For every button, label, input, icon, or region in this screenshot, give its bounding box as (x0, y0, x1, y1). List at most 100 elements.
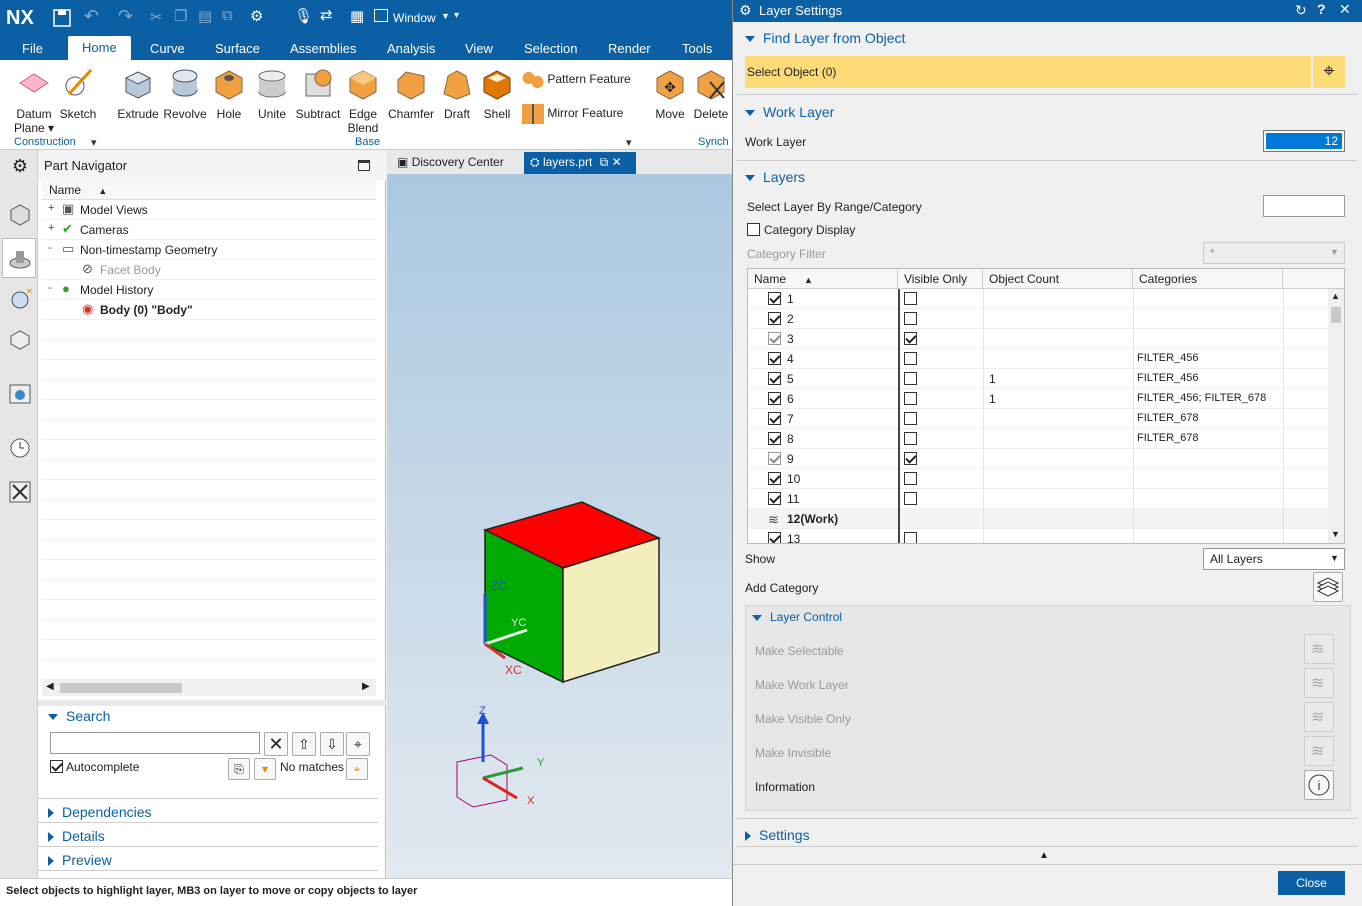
work-layer-section-header[interactable]: Work Layer (745, 104, 834, 120)
visible-only-checkbox[interactable] (904, 332, 917, 345)
layer-row[interactable]: 10 (748, 469, 1328, 489)
navigator-tree-row[interactable]: - ● Model History (42, 280, 376, 300)
layer-selectable-checkbox[interactable] (768, 372, 781, 385)
layer-row[interactable]: 2 (748, 309, 1328, 329)
save-icon[interactable] (52, 8, 72, 28)
pop-out-icon[interactable]: ⧉ (600, 155, 609, 169)
select-object-row[interactable]: Select Object (0) (745, 56, 1311, 88)
highlight-button[interactable]: ⌖ (346, 758, 368, 780)
copy-icon[interactable]: ❐ (174, 7, 187, 25)
collapse-dialog-icon[interactable]: ▲ (1039, 850, 1049, 861)
layer-selectable-checkbox[interactable] (768, 432, 781, 445)
draft-button[interactable]: Draft (438, 66, 476, 121)
category-display-checkbox[interactable] (747, 223, 760, 236)
menu-assemblies[interactable]: Assemblies (290, 41, 356, 56)
role-tools-icon[interactable] (8, 480, 32, 504)
layer-selectable-checkbox[interactable] (768, 452, 781, 465)
next-match-button[interactable]: ⇩ (320, 732, 344, 756)
scroll-right-icon[interactable]: ▶ (362, 681, 370, 692)
settings-gear-icon[interactable]: ⚙ (8, 156, 32, 180)
select-all-button[interactable]: ⌖ (346, 732, 370, 756)
preview-section-header[interactable]: Preview (48, 852, 112, 868)
edge-blend-button[interactable]: Edge Blend (344, 66, 382, 135)
menu-surface[interactable]: Surface (215, 41, 260, 56)
layer-selectable-checkbox[interactable] (768, 492, 781, 505)
layer-row[interactable]: 4 FILTER_456 (748, 349, 1328, 369)
model-cube[interactable]: ZC YC XC Z Y X (387, 150, 732, 878)
layer-control-header[interactable]: Layer Control (752, 610, 842, 624)
tree-expander-icon[interactable]: - (48, 282, 52, 294)
touch-mode-icon[interactable]: ⚙ (250, 7, 263, 25)
show-select[interactable]: All Layers ▼ (1203, 548, 1345, 570)
layer-row[interactable]: 13 (748, 529, 1328, 543)
make-invisible-button[interactable]: ≋ (1304, 736, 1334, 766)
microphone-icon[interactable]: 🎙 (294, 7, 313, 25)
tab-layers-prt[interactable]: ⛭ layers.prt ⧉ ✕ (524, 152, 636, 174)
sketch-button[interactable]: Sketch (58, 66, 98, 121)
layer-row[interactable]: 11 (748, 489, 1328, 509)
search-section-header[interactable]: Search (48, 708, 110, 724)
information-button[interactable]: i (1304, 770, 1334, 800)
hole-button[interactable]: Hole (210, 66, 248, 121)
column-name[interactable]: Name ▲ (748, 269, 898, 289)
scrollbar-thumb[interactable] (60, 683, 182, 693)
visible-only-checkbox[interactable] (904, 532, 917, 543)
layer-row[interactable]: 9 (748, 449, 1328, 469)
layer-selectable-checkbox[interactable] (768, 332, 781, 345)
quick-access-customize-icon[interactable]: ▾ (454, 10, 459, 21)
assembly-navigator-icon[interactable] (8, 202, 32, 226)
shell-button[interactable]: Shell (478, 66, 516, 121)
reset-icon[interactable]: ↻ (1295, 2, 1307, 19)
mirror-feature-button[interactable]: Mirror Feature (522, 104, 632, 124)
navigator-tree-row[interactable]: ◉ Body (0) "Body" (42, 300, 376, 320)
cut-icon[interactable]: ✂ (150, 8, 163, 26)
layer-row[interactable]: 6 1 FILTER_456; FILTER_678 (748, 389, 1328, 409)
datum-plane-button[interactable]: Datum Plane ▾ (12, 66, 56, 135)
tree-expander-icon[interactable]: - (48, 242, 52, 254)
menu-home[interactable]: Home (68, 36, 131, 60)
menu-curve[interactable]: Curve (150, 41, 185, 56)
part-navigator-tab[interactable] (2, 238, 36, 278)
layer-row[interactable]: 7 FILTER_678 (748, 409, 1328, 429)
make-visible-only-button[interactable]: ≋ (1304, 702, 1334, 732)
make-selectable-button[interactable]: ≋ (1304, 634, 1334, 664)
visible-only-checkbox[interactable] (904, 312, 917, 325)
unite-button[interactable]: Unite (252, 66, 292, 121)
scroll-down-icon[interactable]: ▼ (1331, 529, 1340, 539)
paste-icon[interactable]: ▤ (198, 7, 212, 25)
work-layer-input[interactable]: 12 (1263, 130, 1345, 152)
window-menu-dropdown-icon[interactable]: ▼ (441, 11, 450, 21)
scroll-up-icon[interactable]: ▲ (1331, 291, 1340, 301)
previous-match-button[interactable]: ⇧ (292, 732, 316, 756)
visible-only-checkbox[interactable] (904, 352, 917, 365)
layer-row[interactable]: ≋ 12(Work) (748, 509, 1328, 529)
layer-selectable-checkbox[interactable] (768, 352, 781, 365)
visible-only-checkbox[interactable] (904, 492, 917, 505)
visible-only-checkbox[interactable] (904, 292, 917, 305)
layer-row[interactable]: 3 (748, 329, 1328, 349)
reuse-library-icon[interactable] (8, 328, 32, 352)
graphics-window[interactable]: ZC YC XC Z Y X (387, 150, 732, 878)
menu-tools[interactable]: Tools (682, 41, 712, 56)
navigator-tree-row[interactable]: + ✔ Cameras (42, 220, 376, 240)
category-filter-select[interactable]: * ▼ (1203, 242, 1345, 264)
extrude-button[interactable]: Extrude (116, 66, 160, 121)
layer-row[interactable]: 5 1 FILTER_456 (748, 369, 1328, 389)
scroll-left-icon[interactable]: ◀ (46, 681, 54, 692)
clear-search-button[interactable]: ✕ (264, 732, 288, 756)
subtract-button[interactable]: Subtract (294, 66, 342, 121)
repeat-command-icon[interactable]: ⧉ (222, 7, 233, 24)
visible-only-checkbox[interactable] (904, 392, 917, 405)
menu-analysis[interactable]: Analysis (387, 41, 435, 56)
chamfer-button[interactable]: Chamfer (388, 66, 434, 121)
details-section-header[interactable]: Details (48, 828, 105, 844)
navigator-tree-row[interactable]: - ▭ Non-timestamp Geometry (42, 240, 376, 260)
autocomplete-checkbox[interactable] (50, 760, 63, 773)
select-object-button[interactable]: ⌖ (1313, 56, 1345, 88)
layer-selectable-checkbox[interactable] (768, 392, 781, 405)
delete-face-button[interactable]: Delete (692, 66, 730, 121)
navigator-tree-row[interactable]: ⊘ Facet Body (42, 260, 376, 280)
dependencies-section-header[interactable]: Dependencies (48, 804, 152, 820)
maximize-icon[interactable] (358, 160, 370, 171)
vertical-scrollbar[interactable]: ▲ ▼ (1328, 289, 1344, 543)
